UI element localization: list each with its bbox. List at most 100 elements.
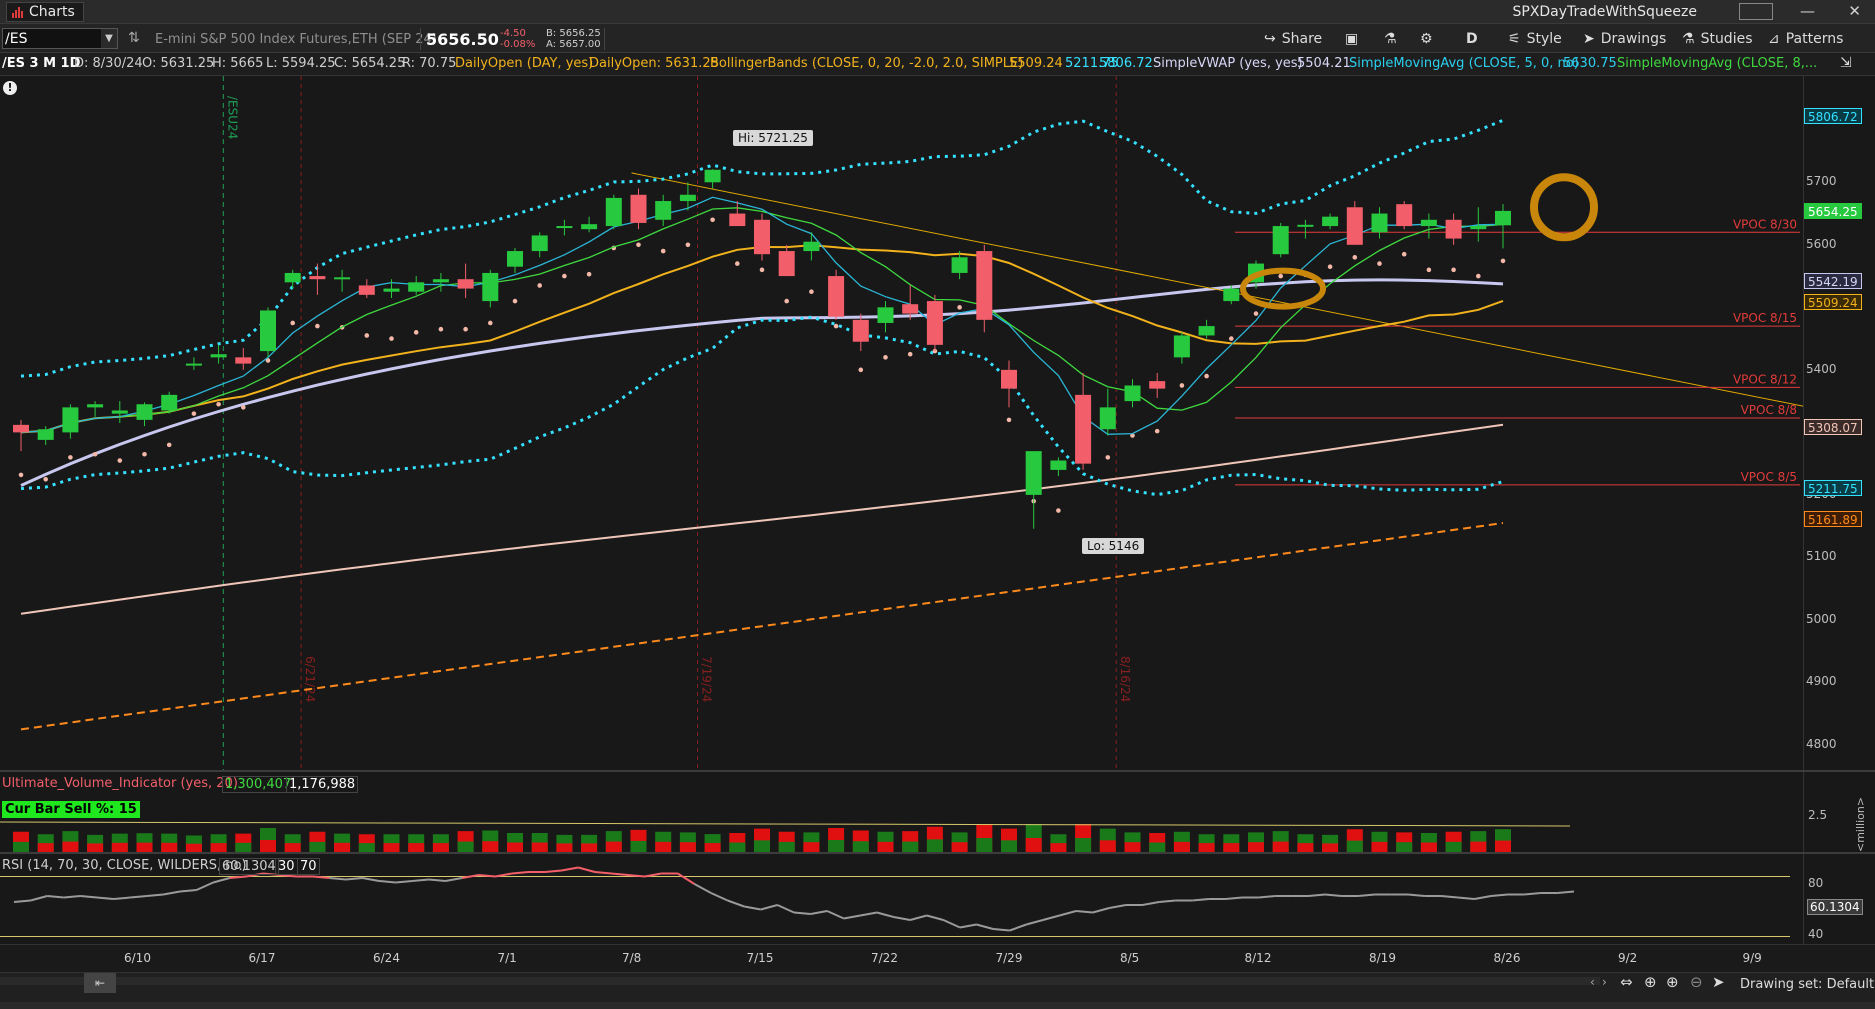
volume-bar-split xyxy=(1396,842,1413,852)
candle-body xyxy=(630,194,647,223)
daily-open-study[interactable]: DailyOpen (DAY, yes) xyxy=(455,56,593,71)
cursor-icon[interactable]: ➤ xyxy=(1712,973,1725,991)
price-axis-tag: 5654.25 xyxy=(1804,202,1862,219)
volume-panel[interactable]: Ultimate_Volume_Indicator (yes, 20) 1,30… xyxy=(0,772,1803,852)
sma5-value: 5630.75 xyxy=(1563,56,1617,71)
vwap-study[interactable]: SimpleVWAP (yes, yes) xyxy=(1153,56,1303,71)
rsi-line-segment xyxy=(445,877,463,882)
horizontal-scrollbar[interactable] xyxy=(0,977,1600,985)
volume-study-label[interactable]: Ultimate_Volume_Indicator (yes, 20) xyxy=(2,776,238,791)
rsi-line-segment xyxy=(395,880,413,884)
time-axis[interactable] xyxy=(0,944,1875,972)
pan-icon[interactable]: ⇔ xyxy=(1620,973,1633,991)
daily-open-dot xyxy=(216,401,221,407)
drawing-set-label[interactable]: Drawing set: Default xyxy=(1740,977,1874,992)
volume-bar-split xyxy=(729,842,746,852)
sma5-study[interactable]: SimpleMovingAvg (CLOSE, 5, 0, no) xyxy=(1349,56,1579,71)
candle-body xyxy=(260,310,276,352)
close-button[interactable]: ✕ xyxy=(1848,2,1861,20)
scroll-right-icon[interactable]: › xyxy=(1602,975,1607,989)
daily-open-dot xyxy=(1377,261,1382,266)
zoom-out-icon[interactable]: ⊖ xyxy=(1690,973,1703,991)
flask-icon[interactable]: ⚗ xyxy=(1384,31,1397,47)
price-chart[interactable]: /ESU24 6/21/24 7/19/24 8/16/24 VPOC 8/30 VPOC… xyxy=(0,76,1804,770)
volume-bar-split xyxy=(334,842,351,852)
candle-body xyxy=(1001,369,1017,389)
rsi-line-segment xyxy=(1457,896,1475,900)
rsi-line-segment xyxy=(1407,893,1425,897)
link-window-box[interactable] xyxy=(1739,3,1773,20)
sma8-study[interactable]: SimpleMovingAvg (CLOSE, 8,... xyxy=(1617,56,1817,71)
volume-bar-split xyxy=(778,841,795,852)
time-axis-tick: 7/8 xyxy=(622,951,642,965)
highlight-ellipse xyxy=(1240,267,1326,310)
patterns-button[interactable]: ⊿ Patterns xyxy=(1768,31,1843,47)
volume-bar-split xyxy=(1495,840,1511,852)
rsi-line-segment xyxy=(926,914,944,921)
volume-bar-split xyxy=(1248,842,1264,852)
time-axis-tick: 6/17 xyxy=(248,951,276,965)
daily-open-dot xyxy=(883,355,888,360)
symbol-dropdown-icon[interactable]: ▼ xyxy=(101,29,117,48)
price-axis-tick: 5700 xyxy=(1806,174,1837,189)
toolbar-divider xyxy=(604,28,605,50)
aggregation-label[interactable]: /ES 3 M 1D xyxy=(2,56,80,71)
daily-open-dot xyxy=(315,323,320,329)
scroll-left-icon[interactable]: ‹ xyxy=(1590,975,1595,989)
volume-bar-split xyxy=(679,842,696,852)
volume-bar-split xyxy=(1470,841,1487,852)
volume-bar-split xyxy=(556,843,573,852)
daily-open-dot xyxy=(759,267,765,273)
volume-bar-split xyxy=(482,841,499,852)
rsi-axis-tick: 80 xyxy=(1808,876,1824,890)
zoom-in-icon[interactable]: ⊕ xyxy=(1666,973,1679,991)
bollinger-up: 5806.72 xyxy=(1099,56,1153,71)
scroll-start-icon[interactable]: ⇤ xyxy=(84,973,116,993)
volume-axis: 2.5 <million> xyxy=(1803,772,1875,852)
minimize-button[interactable]: — xyxy=(1800,2,1815,20)
daily-open-dot xyxy=(809,289,814,295)
daily-open-dot xyxy=(290,320,296,326)
candle-body xyxy=(1099,407,1116,430)
layout-name[interactable]: SPXDayTradeWithSqueeze xyxy=(1512,4,1697,20)
rsi-line-segment xyxy=(179,889,197,893)
time-period-button[interactable]: D xyxy=(1466,31,1478,47)
rsi-line-segment xyxy=(776,904,795,914)
daily-open-dot xyxy=(1204,373,1209,379)
share-button[interactable]: ↪ Share xyxy=(1264,31,1322,47)
bar-range: R: 70.75 xyxy=(402,56,457,71)
app-title-tab[interactable]: Charts xyxy=(6,2,84,22)
rsi-line-segment xyxy=(13,899,31,903)
volume-value-2: 1,176,988 xyxy=(286,776,359,793)
gear-icon[interactable]: ⚙ xyxy=(1420,31,1433,47)
alert-icon[interactable]: ! xyxy=(3,81,17,95)
crosshair-icon[interactable]: ⊕ xyxy=(1644,973,1657,991)
study-legend-bar: /ES 3 M 1D D: 8/30/24 O: 5631.25 H: 5665… xyxy=(0,53,1875,76)
rsi-panel[interactable]: RSI (14, 70, 30, CLOSE, WILDERS, no) 60.… xyxy=(0,854,1803,944)
candle-body xyxy=(62,407,79,433)
rsi-line-segment xyxy=(1059,910,1077,917)
daily-open-dot xyxy=(191,411,197,416)
candle-body xyxy=(136,404,153,420)
bollinger-study[interactable]: BollingerBands (CLOSE, 0, 20, -2.0, 2.0,… xyxy=(710,56,1023,71)
studies-button[interactable]: ⚗ Studies xyxy=(1682,31,1753,47)
collapse-legend-icon[interactable]: ⇲ xyxy=(1840,55,1852,71)
drawings-button[interactable]: ➤ Drawings xyxy=(1583,31,1666,47)
rsi-study-label[interactable]: RSI (14, 70, 30, CLOSE, WILDERS, no) xyxy=(2,858,247,873)
style-button[interactable]: ⚟ Style xyxy=(1508,31,1562,47)
daily-open-dot xyxy=(636,242,641,248)
volume-average-line xyxy=(0,821,1571,827)
symbol-link-icon[interactable]: ⇅ xyxy=(128,30,140,46)
price-axis-tag: 5211.75 xyxy=(1804,479,1862,496)
vpoc-label: VPOC 8/5 xyxy=(1741,470,1797,484)
bar-close: C: 5654.25 xyxy=(334,56,406,71)
snapshot-icon[interactable]: ▣ xyxy=(1345,31,1358,47)
drawings-label: Drawings xyxy=(1600,31,1667,47)
daily-open-value: DailyOpen: 5631.25 xyxy=(589,56,719,71)
daily-open-dot xyxy=(1476,273,1481,279)
price-chart-svg: /ESU24 6/21/24 7/19/24 8/16/24 VPOC 8/30 VPOC… xyxy=(13,76,1804,770)
daily-open-dot xyxy=(1327,264,1333,269)
volume-bar-split xyxy=(704,843,721,852)
candle-body xyxy=(309,276,326,280)
candle-body xyxy=(235,357,252,364)
